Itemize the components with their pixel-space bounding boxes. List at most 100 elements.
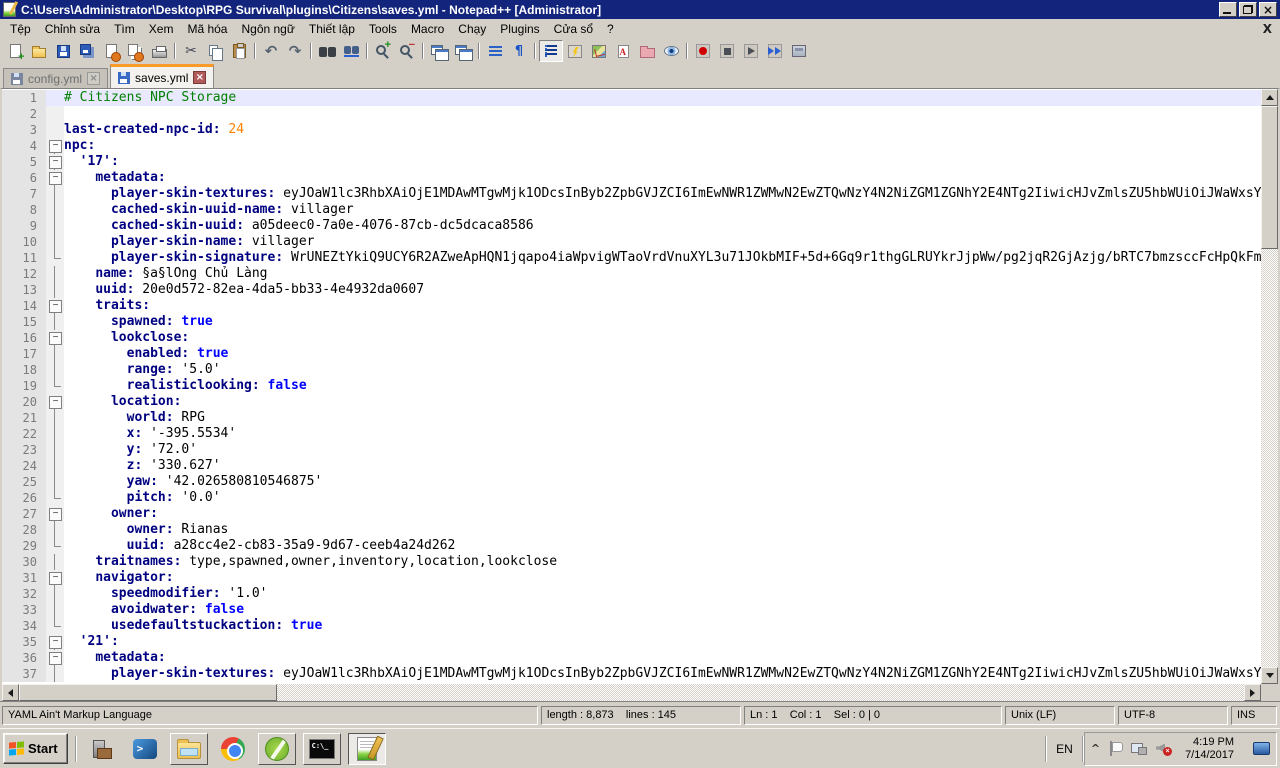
code-text[interactable]: player-skin-textures: eyJOaW1lc3RhbXAiOj… — [64, 186, 1261, 202]
code-text[interactable]: navigator: — [64, 570, 1261, 586]
command-prompt-taskbar-button[interactable]: C:\_ — [303, 733, 341, 765]
tab-config-yml[interactable]: config.yml× — [3, 68, 108, 88]
menu-item-ch-nh-s-a[interactable]: Chỉnh sửa — [38, 20, 107, 38]
document-panel-button[interactable] — [611, 40, 635, 62]
file-monitoring-button[interactable] — [659, 40, 683, 62]
menu-item-xem[interactable]: Xem — [142, 20, 181, 38]
minimize-button[interactable] — [1219, 2, 1237, 17]
macro-record-button[interactable] — [691, 40, 715, 62]
network-icon[interactable] — [1131, 742, 1147, 755]
start-button[interactable]: Start — [3, 733, 68, 764]
code-text[interactable]: last-created-npc-id: 24 — [64, 122, 1261, 138]
code-text[interactable]: player-skin-signature: WrUNEZtYkiQ9UCY6R… — [64, 250, 1261, 266]
scroll-right-button[interactable] — [1244, 684, 1261, 701]
code-text[interactable]: '21': — [64, 634, 1261, 650]
code-text[interactable]: enabled: true — [64, 346, 1261, 362]
macro-save-button[interactable] — [787, 40, 811, 62]
code-text[interactable]: pitch: '0.0' — [64, 490, 1261, 506]
code-text[interactable]: y: '72.0' — [64, 442, 1261, 458]
title-bar[interactable]: C:\Users\Administrator\Desktop\RPG Survi… — [0, 0, 1280, 19]
menu-item-m-h-a[interactable]: Mã hóa — [180, 20, 234, 38]
macro-run-multiple-button[interactable] — [763, 40, 787, 62]
save-all-button[interactable] — [75, 40, 99, 62]
close-all-documents-button[interactable] — [123, 40, 147, 62]
code-text[interactable]: traits: — [64, 298, 1261, 314]
code-text[interactable]: uuid: 20e0d572-82ea-4da5-bb33-4e4932da06… — [64, 282, 1261, 298]
word-wrap-button[interactable] — [483, 40, 507, 62]
notepad-plus-plus-taskbar-button[interactable] — [348, 733, 386, 765]
horizontal-scroll-thumb[interactable] — [19, 684, 277, 701]
fold-collapse-box[interactable] — [46, 634, 64, 650]
code-text[interactable]: spawned: true — [64, 314, 1261, 330]
redo-button[interactable]: ↷ — [283, 40, 307, 62]
code-text[interactable]: location: — [64, 394, 1261, 410]
show-desktop-button[interactable] — [1253, 742, 1270, 755]
function-list-button[interactable] — [563, 40, 587, 62]
text-area[interactable]: 1# Citizens NPC Storage23last-created-np… — [2, 89, 1261, 684]
vertical-scrollbar[interactable] — [1261, 89, 1278, 684]
explorer-taskbar-button[interactable] — [170, 733, 208, 765]
show-hidden-icons-chevron-icon[interactable]: ^ — [1091, 742, 1100, 755]
document-map-button[interactable] — [587, 40, 611, 62]
paste-button[interactable] — [227, 40, 251, 62]
close-document-button[interactable] — [99, 40, 123, 62]
horizontal-scrollbar[interactable] — [0, 684, 1280, 701]
sync-vertical-scrolling-button[interactable] — [427, 40, 451, 62]
menu-item-t-p[interactable]: Tệp — [3, 20, 38, 38]
code-text[interactable]: cached-skin-uuid: a05deec0-7a0e-4076-87c… — [64, 218, 1261, 234]
language-indicator[interactable]: EN — [1047, 742, 1082, 756]
show-all-characters-button[interactable]: ¶ — [507, 40, 531, 62]
code-text[interactable]: lookclose: — [64, 330, 1261, 346]
cut-button[interactable]: ✂ — [179, 40, 203, 62]
menu-item-tools[interactable]: Tools — [362, 20, 404, 38]
menu-item-plugins[interactable]: Plugins — [493, 20, 546, 38]
menu-item-ch-y[interactable]: Chạy — [451, 20, 493, 38]
sync-horizontal-scrolling-button[interactable] — [451, 40, 475, 62]
scroll-up-button[interactable] — [1261, 89, 1278, 106]
fold-collapse-box[interactable] — [46, 650, 64, 666]
fold-collapse-box[interactable] — [46, 570, 64, 586]
fold-collapse-box[interactable] — [46, 394, 64, 410]
chrome-icon[interactable] — [215, 733, 251, 765]
new-file-button[interactable] — [3, 40, 27, 62]
vertical-scroll-thumb[interactable] — [1261, 106, 1278, 249]
code-text[interactable]: owner: — [64, 506, 1261, 522]
code-text[interactable]: traitnames: type,spawned,owner,inventory… — [64, 554, 1261, 570]
menu-item-c-a-s-[interactable]: Cửa sổ — [547, 20, 600, 38]
code-text[interactable]: player-skin-textures: eyJOaW1lc3RhbXAiOj… — [64, 666, 1261, 682]
code-text[interactable]: world: RPG — [64, 410, 1261, 426]
code-text[interactable] — [64, 106, 1261, 122]
macro-stop-button[interactable] — [715, 40, 739, 62]
clock[interactable]: 4:19 PM 7/14/2017 — [1185, 736, 1234, 762]
powershell-icon[interactable]: > — [127, 733, 163, 765]
open-file-button[interactable] — [27, 40, 51, 62]
fold-collapse-box[interactable] — [46, 170, 64, 186]
code-text[interactable]: metadata: — [64, 170, 1261, 186]
menu-item-macro[interactable]: Macro — [404, 20, 451, 38]
code-text[interactable]: uuid: a28cc4e2-cb83-35a9-9d67-ceeb4a24d2… — [64, 538, 1261, 554]
fold-collapse-box[interactable] — [46, 330, 64, 346]
fold-collapse-box[interactable] — [46, 138, 64, 154]
code-text[interactable]: cached-skin-uuid-name: villager — [64, 202, 1261, 218]
scroll-left-button[interactable] — [2, 684, 19, 701]
menu-item-?[interactable]: ? — [600, 20, 621, 38]
code-text[interactable]: x: '-395.5534' — [64, 426, 1261, 442]
save-button[interactable] — [51, 40, 75, 62]
copy-button[interactable] — [203, 40, 227, 62]
macro-playback-button[interactable] — [739, 40, 763, 62]
green-app-taskbar-button[interactable] — [258, 733, 296, 765]
indent-guide-button[interactable] — [539, 40, 563, 62]
tab-close-icon[interactable]: × — [87, 72, 100, 85]
close-document-button[interactable]: X — [1263, 22, 1272, 36]
server-manager-icon[interactable] — [84, 733, 120, 765]
horizontal-scroll-track[interactable] — [19, 684, 1244, 701]
menu-item-thi-t-l-p[interactable]: Thiết lập — [302, 20, 362, 38]
close-button[interactable]: × — [1259, 2, 1277, 17]
menu-item-ng-n-ng-[interactable]: Ngôn ngữ — [234, 20, 301, 38]
editor[interactable]: 1# Citizens NPC Storage23last-created-np… — [0, 88, 1280, 684]
code-text[interactable]: owner: Rianas — [64, 522, 1261, 538]
menu-item-t-m[interactable]: Tìm — [107, 20, 142, 38]
action-center-flag-icon[interactable] — [1109, 741, 1122, 756]
replace-button[interactable] — [339, 40, 363, 62]
code-text[interactable]: range: '5.0' — [64, 362, 1261, 378]
